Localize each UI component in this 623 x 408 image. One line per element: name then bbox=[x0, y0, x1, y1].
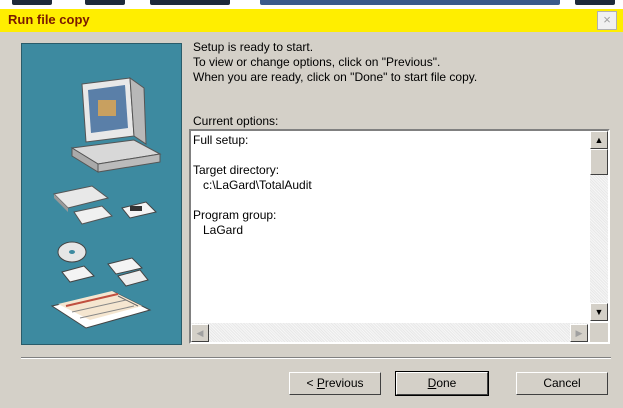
done-accel: D bbox=[427, 376, 437, 390]
background-taskbar-strip bbox=[0, 0, 623, 9]
intro-line: To view or change options, click on "Pre… bbox=[193, 55, 441, 69]
previous-accel: P bbox=[316, 376, 325, 390]
scroll-left-arrow-icon[interactable]: ◀ bbox=[191, 324, 209, 342]
computer-setup-illustration bbox=[21, 43, 182, 345]
option-line: Program group: bbox=[193, 208, 277, 222]
previous-prefix: < bbox=[306, 376, 317, 390]
current-options-listbox[interactable]: Full setup: Target directory: c:\LaGard\… bbox=[189, 129, 610, 344]
intro-line: When you are ready, click on "Done" to s… bbox=[193, 70, 478, 84]
scroll-up-arrow-icon[interactable]: ▲ bbox=[590, 131, 608, 149]
intro-line: Setup is ready to start. bbox=[193, 40, 314, 54]
dialog-body: Setup is ready to start. To view or chang… bbox=[0, 32, 623, 408]
run-file-copy-dialog: Run file copy × Setup is ready to start.… bbox=[0, 0, 623, 408]
horizontal-scrollbar[interactable]: ◀ ▶ bbox=[191, 323, 588, 342]
done-button[interactable]: Done bbox=[395, 371, 489, 396]
option-line: Target directory: bbox=[193, 163, 280, 177]
button-separator bbox=[21, 357, 611, 359]
option-line: Full setup: bbox=[193, 133, 249, 147]
window-title: Run file copy bbox=[8, 12, 90, 27]
cancel-button[interactable]: Cancel bbox=[516, 372, 608, 395]
title-bar[interactable]: Run file copy × bbox=[0, 9, 623, 32]
option-line bbox=[193, 193, 588, 208]
previous-button[interactable]: < Previous bbox=[289, 372, 381, 395]
vertical-scrollbar[interactable]: ▲ ▼ bbox=[590, 131, 608, 321]
scroll-down-arrow-icon[interactable]: ▼ bbox=[590, 303, 608, 321]
close-icon[interactable]: × bbox=[597, 11, 617, 30]
scrollbar-corner bbox=[590, 323, 608, 342]
illustration-graphic bbox=[50, 76, 162, 329]
option-line: LaGard bbox=[193, 223, 244, 237]
current-options-label: Current options: bbox=[193, 114, 279, 128]
scroll-right-arrow-icon[interactable]: ▶ bbox=[570, 324, 588, 342]
intro-text: Setup is ready to start. To view or chang… bbox=[193, 40, 477, 85]
options-text: Full setup: Target directory: c:\LaGard\… bbox=[193, 133, 588, 319]
previous-rest: revious bbox=[324, 376, 364, 390]
option-line bbox=[193, 148, 588, 163]
vertical-scroll-thumb[interactable] bbox=[590, 149, 608, 175]
done-rest: one bbox=[436, 376, 457, 390]
option-line: c:\LaGard\TotalAudit bbox=[193, 178, 312, 192]
